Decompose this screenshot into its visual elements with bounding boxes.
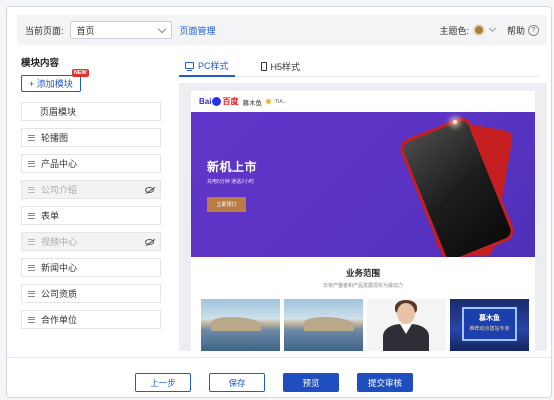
drag-handle-icon[interactable] xyxy=(28,263,35,272)
drag-handle-icon[interactable] xyxy=(28,315,35,324)
help-button[interactable]: 帮助 ? xyxy=(507,24,539,37)
drag-handle-icon[interactable] xyxy=(28,133,35,142)
section-title: 业务范围 xyxy=(345,268,380,278)
module-item-video[interactable]: 视频中心 xyxy=(21,232,161,251)
add-module-label: + 添加模块 xyxy=(29,79,73,89)
current-page-select[interactable]: 首页 xyxy=(69,21,172,39)
drag-handle-icon[interactable] xyxy=(28,211,35,220)
seascape-image xyxy=(284,299,363,351)
module-item-qualifications[interactable]: 公司资质 xyxy=(21,284,161,303)
module-item-label: 公司介绍 xyxy=(41,185,78,195)
tab-h5-style[interactable]: H5样式 xyxy=(255,55,307,77)
module-item-company-intro[interactable]: 公司介绍 xyxy=(21,180,161,199)
current-page-label: 当前页面: xyxy=(25,25,64,36)
banner-subtitle: 充电5分钟 通话2小时 xyxy=(207,179,254,185)
tab-pc-style[interactable]: PC样式 xyxy=(179,55,235,77)
module-item-header[interactable]: 页眉模块 xyxy=(21,102,161,121)
business-images: 慕木鱼 推荐动点建站专家 xyxy=(201,299,531,351)
module-item-label: 产品中心 xyxy=(41,159,78,169)
sign-line-1: 慕木鱼 xyxy=(479,315,500,322)
phone-icon xyxy=(260,61,267,71)
module-item-label: 页眉模块 xyxy=(40,107,77,117)
chevron-down-icon[interactable] xyxy=(488,24,497,33)
new-badge: NEW xyxy=(71,69,89,77)
drag-handle-icon[interactable] xyxy=(28,159,35,168)
module-list: 页眉模块 轮播图 产品中心 公司介绍 表单 视频中心 新闻中心 公司资质 合作单… xyxy=(21,102,161,329)
submit-review-button[interactable]: 提交审核 xyxy=(357,373,413,392)
preview-area[interactable]: Bai 百度 慕木鱼 TIA... 新机上市 充电5分钟 通话2小时 立即预订 业… xyxy=(179,83,547,351)
add-module-button[interactable]: + 添加模块 NEW xyxy=(21,69,89,92)
camera-flare xyxy=(453,120,457,124)
module-item-carousel[interactable]: 轮播图 xyxy=(21,128,161,147)
sign-line-2: 推荐动点建站专家 xyxy=(469,326,510,332)
tab-label: PC样式 xyxy=(198,60,229,71)
theme-color-label: 主题色: xyxy=(439,25,469,36)
help-icon: ? xyxy=(528,24,539,36)
top-bar: 当前页面: 首页 页面管理 主题色: 帮助 ? xyxy=(17,15,547,45)
module-panel: 模块内容 + 添加模块 NEW 页眉模块 轮播图 产品中心 公司介绍 表单 视频… xyxy=(21,55,161,336)
drag-handle-icon[interactable] xyxy=(28,289,35,298)
preview-button[interactable]: 预览 xyxy=(283,373,339,392)
editor-window: 当前页面: 首页 页面管理 主题色: 帮助 ? 模块内容 + 添加模块 NEW … xyxy=(6,6,552,398)
module-item-label: 表单 xyxy=(41,211,60,221)
brand-dot-icon xyxy=(265,99,271,104)
monitor-icon xyxy=(185,61,194,71)
seascape-image xyxy=(201,299,280,351)
section-subtitle: 日夜产整者和产品发展现实为最动力 xyxy=(322,283,403,289)
module-panel-title: 模块内容 xyxy=(21,58,60,69)
person-image xyxy=(367,299,446,351)
module-item-label: 轮播图 xyxy=(41,133,69,143)
preview-header: Bai 百度 慕木鱼 TIA... xyxy=(191,91,535,112)
module-item-label: 视频中心 xyxy=(41,237,78,247)
prev-step-button[interactable]: 上一步 xyxy=(135,373,191,392)
eye-off-icon[interactable] xyxy=(145,186,154,193)
page-management-link[interactable]: 页面管理 xyxy=(180,24,216,37)
module-item-partners[interactable]: 合作单位 xyxy=(21,310,161,329)
theme-color-swatch[interactable] xyxy=(472,24,485,36)
preview-brand-tag: TIA... xyxy=(274,98,287,105)
module-item-label: 公司资质 xyxy=(41,289,78,299)
module-item-news[interactable]: 新闻中心 xyxy=(21,258,161,277)
eye-off-icon[interactable] xyxy=(145,238,154,245)
pc-preview-page: Bai 百度 慕木鱼 TIA... 新机上市 充电5分钟 通话2小时 立即预订 业… xyxy=(191,91,535,351)
footer-bar: 上一步 保存 预览 提交审核 xyxy=(7,357,551,397)
help-label: 帮助 xyxy=(506,25,525,36)
module-item-label: 合作单位 xyxy=(41,315,78,325)
drag-handle-icon[interactable] xyxy=(28,237,35,246)
banner-cta-button: 立即预订 xyxy=(207,197,246,212)
module-item-label: 新闻中心 xyxy=(41,263,78,273)
tab-label: H5样式 xyxy=(270,61,301,72)
current-page-value: 首页 xyxy=(76,25,95,36)
module-item-products[interactable]: 产品中心 xyxy=(21,154,161,173)
module-item-form[interactable]: 表单 xyxy=(21,206,161,225)
baidu-logo: Bai 百度 xyxy=(199,97,239,107)
save-button[interactable]: 保存 xyxy=(209,373,265,392)
sign-image: 慕木鱼 推荐动点建站专家 xyxy=(450,299,529,351)
chevron-down-icon xyxy=(157,24,166,33)
banner-title: 新机上市 xyxy=(207,160,258,174)
drag-handle-icon[interactable] xyxy=(28,185,35,194)
preview-banner: 新机上市 充电5分钟 通话2小时 立即预订 xyxy=(191,112,535,257)
preview-brand: 慕木鱼 xyxy=(242,99,262,107)
style-tabs: PC样式 H5样式 xyxy=(179,55,539,77)
